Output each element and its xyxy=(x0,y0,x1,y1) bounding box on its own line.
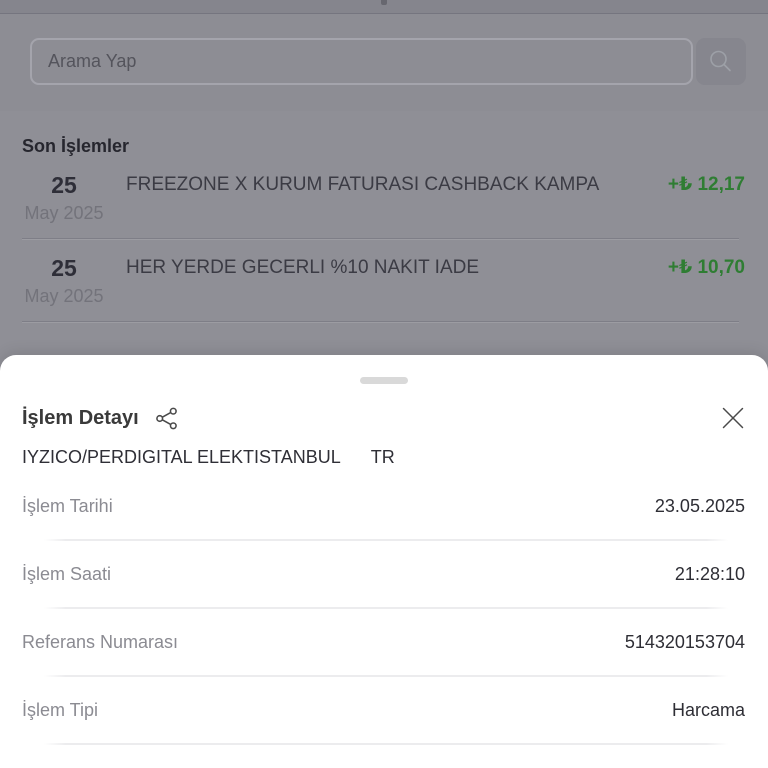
transaction-month-year: May 2025 xyxy=(24,286,104,306)
detail-label: İşlem Tarihi xyxy=(22,495,113,516)
cutoff-glyph-artifact xyxy=(381,0,387,5)
transaction-row[interactable]: 25 FREEZONE X KURUM FATURASI CASHBACK KA… xyxy=(0,157,768,240)
list-divider xyxy=(22,321,739,323)
transaction-amount: +₺ 12,17 xyxy=(667,174,745,195)
detail-label: İşlem Tipi xyxy=(22,699,99,720)
sheet-header: İşlem Detayı xyxy=(22,405,746,431)
search-field-wrap xyxy=(30,38,693,85)
close-icon xyxy=(720,405,746,431)
share-button[interactable] xyxy=(154,406,179,431)
merchant-country: TR xyxy=(370,447,395,467)
search-input[interactable] xyxy=(46,50,677,73)
transaction-row[interactable]: 25 HER YERDE GECERLI %10 NAKIT IADE +₺ 1… xyxy=(0,240,768,323)
detail-value: Harcama xyxy=(671,699,745,720)
detail-label: İşlem Saati xyxy=(22,563,112,584)
transaction-amount: +₺ 10,70 xyxy=(667,257,745,278)
transaction-title: FREEZONE X KURUM FATURASI CASHBACK KAMPA xyxy=(126,174,600,195)
transaction-day: 25 xyxy=(51,172,77,198)
transaction-day: 25 xyxy=(51,255,77,281)
header-remnant-strip xyxy=(0,0,768,14)
detail-row: İşlem Tipi Harcama xyxy=(0,677,768,743)
transaction-month-year: May 2025 xyxy=(24,203,104,223)
section-title: Son İşlemler xyxy=(22,136,130,156)
share-icon xyxy=(154,406,179,431)
detail-rows: İşlem Tarihi 23.05.2025 İşlem Saati 21:2… xyxy=(0,473,768,745)
drag-handle[interactable] xyxy=(360,377,408,384)
merchant-line: IYZICO/PERDIGITAL ELEKTISTANBUL TR xyxy=(22,447,746,468)
close-button[interactable] xyxy=(720,405,746,431)
app-screen: Son İşlemler 25 FREEZONE X KURUM FATURAS… xyxy=(0,0,768,768)
sheet-title: İşlem Detayı xyxy=(22,406,139,429)
magnifier-icon xyxy=(707,48,735,76)
transaction-detail-sheet: İşlem Detayı IYZICO/PERDIGITAL ELEKTISTA… xyxy=(0,355,768,768)
detail-row: İşlem Tarihi 23.05.2025 xyxy=(0,473,768,539)
detail-row: Referans Numarası 514320153704 xyxy=(0,609,768,675)
search-section xyxy=(0,14,768,111)
detail-label: Referans Numarası xyxy=(22,631,179,652)
detail-value: 23.05.2025 xyxy=(654,495,745,516)
detail-divider xyxy=(44,743,728,745)
merchant-name: IYZICO/PERDIGITAL ELEKTISTANBUL xyxy=(22,447,341,467)
transaction-title: HER YERDE GECERLI %10 NAKIT IADE xyxy=(126,257,480,278)
detail-row: İşlem Saati 21:28:10 xyxy=(0,541,768,607)
search-button[interactable] xyxy=(696,38,746,85)
detail-value: 21:28:10 xyxy=(674,563,745,584)
detail-value: 514320153704 xyxy=(624,631,745,652)
